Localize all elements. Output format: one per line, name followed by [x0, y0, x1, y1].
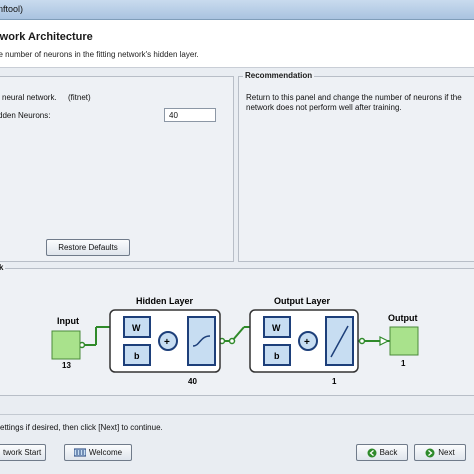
welcome-label: Welcome — [88, 448, 123, 457]
hidden-bias-label: b — [134, 351, 140, 361]
footer-instruction: settings if desired, then click [Next] t… — [0, 423, 163, 432]
back-label: Back — [379, 448, 398, 457]
input-size: 13 — [62, 361, 71, 370]
output-arrow-icon — [379, 336, 390, 346]
output-weight-label: W — [272, 323, 281, 333]
hidden-weight-label: W — [132, 323, 141, 333]
welcome-button[interactable]: Welcome — [64, 444, 132, 461]
output-label: Output — [388, 313, 418, 323]
output-count: 1 — [401, 359, 406, 368]
hidden-layer-title: Hidden Layer — [136, 296, 194, 306]
back-button[interactable]: Back — [356, 444, 408, 461]
network-icon — [73, 448, 86, 457]
output-sum-label: + — [304, 337, 310, 348]
back-arrow-icon — [367, 448, 377, 457]
network-diagram: Input 13 Hidden Layer W b + 40 Output La… — [51, 296, 419, 386]
input-label: Input — [57, 316, 79, 326]
output-layer-title: Output Layer — [274, 296, 331, 306]
output-layer-size: 1 — [332, 377, 337, 386]
output-node — [389, 326, 419, 356]
input-node — [51, 330, 81, 360]
hidden-sum-label: + — [164, 337, 170, 348]
output-bias-label: b — [274, 351, 280, 361]
hidden-transfer-block — [187, 316, 216, 366]
footer-divider — [0, 414, 474, 415]
network-start-label: twork Start — [3, 448, 42, 457]
next-arrow-icon — [425, 448, 435, 457]
next-label: Next — [438, 448, 455, 457]
hidden-layer-size: 40 — [188, 377, 197, 386]
network-start-button[interactable]: twork Start — [0, 444, 46, 461]
next-button[interactable]: Next — [414, 444, 466, 461]
